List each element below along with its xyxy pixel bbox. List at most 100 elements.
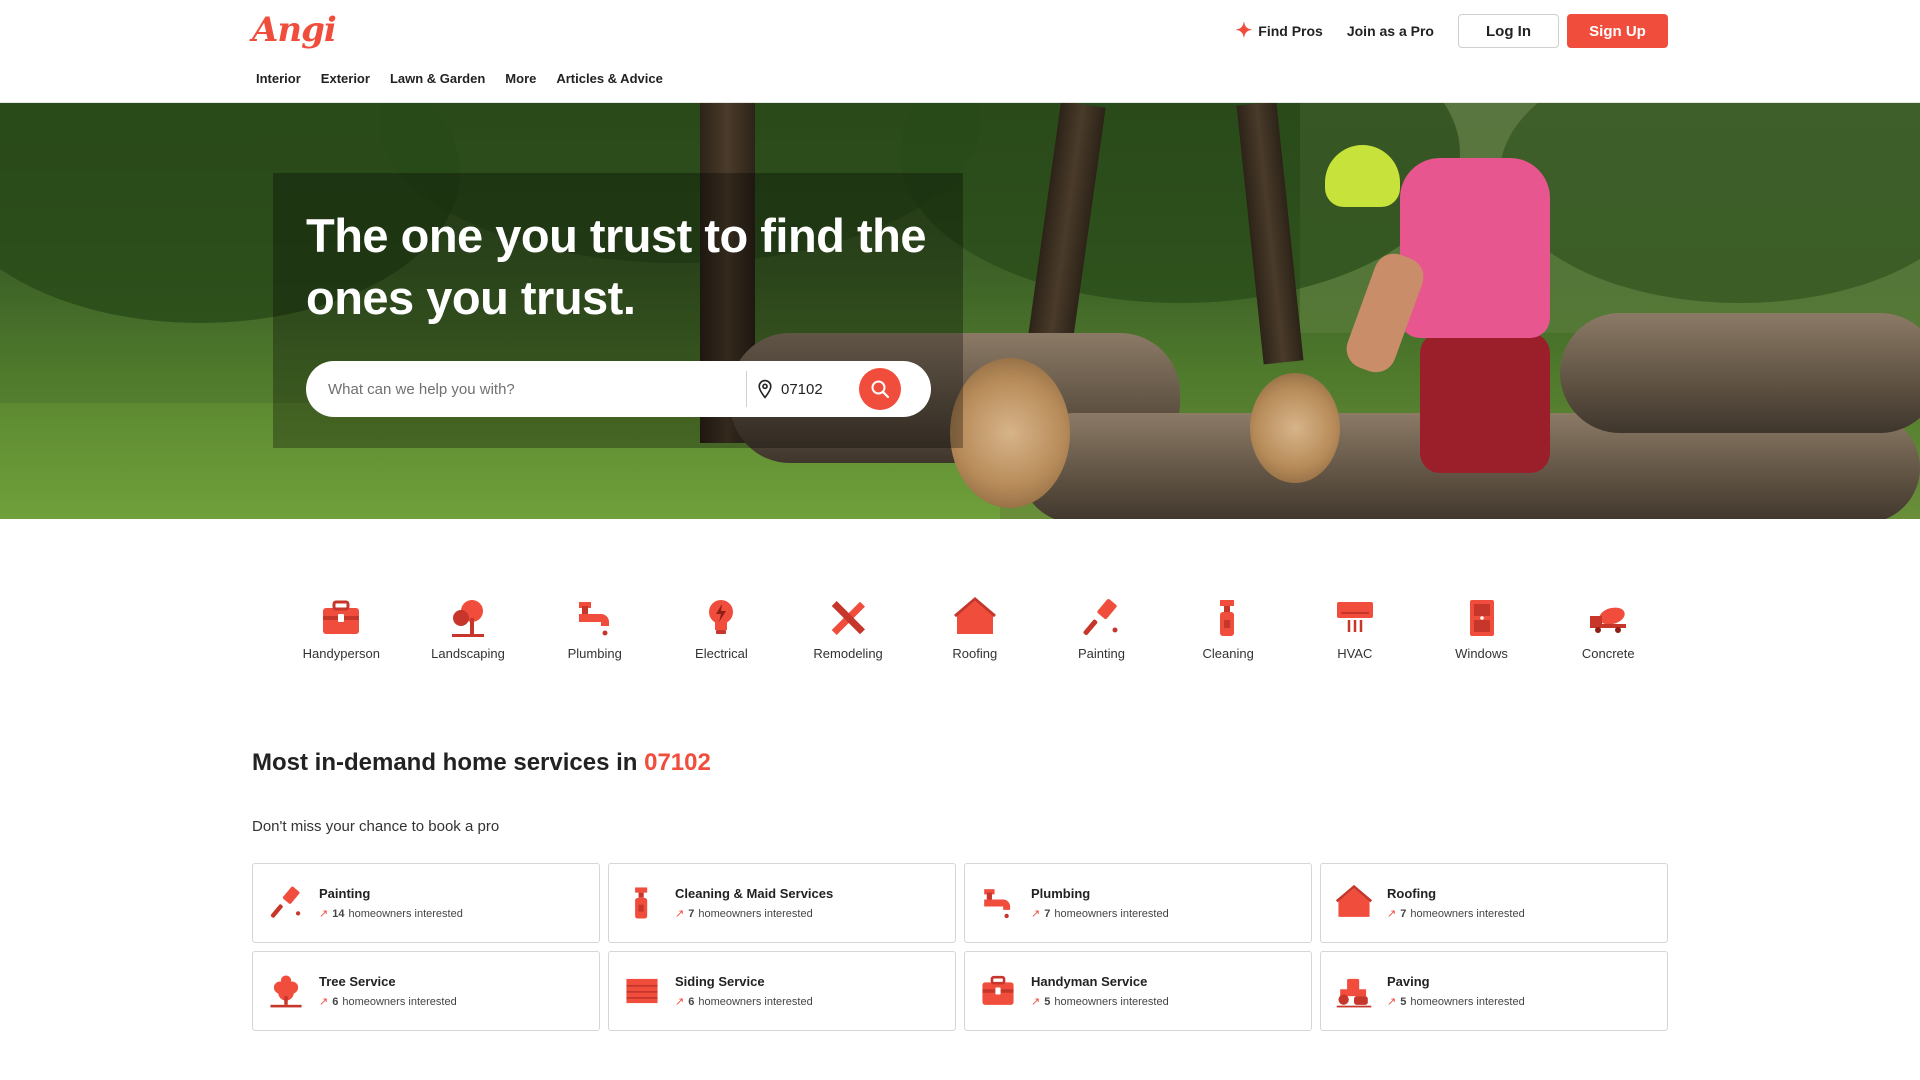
card-text: Plumbing ↗ 7 homeowners interested (1031, 886, 1169, 920)
trend-up-icon: ↗ (1387, 908, 1397, 920)
card-meta: ↗ 5 homeowners interested (1031, 995, 1169, 1009)
tree-icon (270, 975, 302, 1008)
category-label: Electrical (695, 646, 748, 661)
card-count: 14 (332, 907, 345, 920)
house-icon (1335, 884, 1373, 917)
faucet-icon (578, 602, 609, 636)
service-card-roofing[interactable]: Roofing ↗ 7 homeowners interested (1320, 863, 1668, 943)
card-title: Cleaning & Maid Services (675, 886, 834, 901)
category-handyperson[interactable]: Handyperson (278, 596, 405, 661)
trend-up-icon: ↗ (319, 996, 329, 1008)
category-label: Roofing (952, 646, 998, 661)
zip-field (747, 378, 859, 400)
trend-up-icon: ↗ (319, 908, 329, 920)
card-suffix: homeowners interested (1054, 995, 1169, 1008)
service-card-handyman[interactable]: Handyman Service ↗ 5 homeowners interest… (964, 951, 1312, 1031)
service-search-input[interactable] (306, 361, 746, 417)
paintbrush-icon (270, 886, 301, 918)
demand-title-zip[interactable]: 07102 (644, 749, 711, 776)
nav-item-exterior[interactable]: Exterior (321, 71, 370, 86)
demand-title: Most in-demand home services in 07102 (252, 749, 711, 777)
card-title: Plumbing (1031, 886, 1091, 901)
window-icon (1469, 600, 1494, 636)
service-card-tree-service[interactable]: Tree Service ↗ 6 homeowners interested (252, 951, 600, 1031)
search-button[interactable] (859, 368, 901, 410)
login-button[interactable]: Log In (1458, 14, 1559, 48)
category-label: Cleaning (1202, 646, 1254, 661)
category-roofing[interactable]: Roofing (911, 596, 1038, 661)
card-text: Roofing ↗ 7 homeowners interested (1387, 886, 1525, 920)
card-count: 7 (688, 907, 695, 920)
tree-icon (452, 600, 485, 637)
card-text: Paving ↗ 5 homeowners interested (1387, 974, 1525, 1008)
trend-up-icon: ↗ (1031, 908, 1041, 920)
card-count: 5 (1044, 995, 1051, 1008)
category-label: HVAC (1337, 646, 1373, 661)
card-text: Siding Service ↗ 6 homeowners interested (675, 974, 813, 1008)
card-title: Handyman Service (1031, 974, 1148, 989)
card-count: 7 (1400, 907, 1407, 920)
category-plumbing[interactable]: Plumbing (531, 596, 658, 661)
find-pros-link[interactable]: ✦ Find Pros (1236, 21, 1323, 41)
hero-banner: The one you trust to find the ones you t… (0, 103, 1920, 519)
card-meta: ↗ 6 homeowners interested (675, 995, 813, 1009)
paving-roller-icon (1336, 978, 1372, 1008)
category-concrete[interactable]: Concrete (1545, 596, 1672, 661)
service-card-siding[interactable]: Siding Service ↗ 6 homeowners interested (608, 951, 956, 1031)
card-meta: ↗ 6 homeowners interested (319, 995, 457, 1009)
top-actions: ✦ Find Pros Join as a Pro Log In Sign Up (1236, 14, 1668, 48)
sparkle-icon: ✦ (1235, 20, 1253, 42)
find-pros-label: Find Pros (1258, 23, 1323, 39)
category-remodeling[interactable]: Remodeling (785, 596, 912, 661)
category-label: Landscaping (431, 646, 505, 661)
category-label: Windows (1455, 646, 1508, 661)
faucet-icon (984, 889, 1011, 919)
service-card-cleaning[interactable]: Cleaning & Maid Services ↗ 7 homeowners … (608, 863, 956, 943)
category-electrical[interactable]: Electrical (658, 596, 785, 661)
hero-title: The one you trust to find the ones you t… (306, 209, 926, 324)
card-meta: ↗ 5 homeowners interested (1387, 995, 1525, 1009)
category-landscaping[interactable]: Landscaping (405, 596, 532, 661)
air-conditioner-icon (1336, 602, 1373, 632)
category-label: Remodeling (813, 646, 883, 661)
category-painting[interactable]: Painting (1038, 596, 1165, 661)
spray-bottle-icon (635, 887, 648, 919)
card-text: Tree Service ↗ 6 homeowners interested (319, 974, 457, 1008)
category-windows[interactable]: Windows (1418, 596, 1545, 661)
card-count: 6 (688, 995, 695, 1008)
card-count: 5 (1400, 995, 1407, 1008)
nav-item-lawn-garden[interactable]: Lawn & Garden (390, 71, 485, 86)
card-suffix: homeowners interested (342, 995, 457, 1008)
category-label: Handyperson (302, 646, 380, 661)
hero-photo-log (1560, 313, 1920, 433)
category-row: Handyperson Landscaping Plumbing Electri… (278, 596, 1672, 661)
category-hvac[interactable]: HVAC (1292, 596, 1419, 661)
card-count: 7 (1044, 907, 1051, 920)
category-cleaning[interactable]: Cleaning (1165, 596, 1292, 661)
card-suffix: homeowners interested (1410, 995, 1525, 1008)
card-title: Siding Service (675, 974, 765, 989)
category-label: Concrete (1581, 646, 1635, 661)
trend-up-icon: ↗ (1387, 996, 1397, 1008)
nav-item-more[interactable]: More (505, 71, 536, 86)
nav-item-interior[interactable]: Interior (256, 71, 301, 86)
demand-title-prefix: Most in-demand home services in (252, 749, 638, 776)
service-card-paving[interactable]: Paving ↗ 5 homeowners interested (1320, 951, 1668, 1031)
signup-button[interactable]: Sign Up (1567, 14, 1668, 48)
service-card-painting[interactable]: Painting ↗ 14 homeowners interested (252, 863, 600, 943)
trend-up-icon: ↗ (1031, 996, 1041, 1008)
nav-item-articles[interactable]: Articles & Advice (556, 71, 662, 86)
join-as-pro-link[interactable]: Join as a Pro (1347, 23, 1434, 39)
ruler-pencil-icon (831, 601, 866, 635)
paintbrush-icon (1083, 599, 1118, 636)
siding-icon (626, 978, 658, 1004)
card-meta: ↗ 14 homeowners interested (319, 907, 463, 921)
card-suffix: homeowners interested (348, 907, 463, 920)
angi-logo[interactable]: Angi (252, 10, 337, 50)
search-icon (871, 380, 890, 399)
hero-photo-worker (1400, 158, 1550, 338)
service-card-plumbing[interactable]: Plumbing ↗ 7 homeowners interested (964, 863, 1312, 943)
demand-grid: Painting ↗ 14 homeowners interested Clea… (252, 863, 1668, 1031)
zip-input[interactable] (779, 379, 859, 399)
card-meta: ↗ 7 homeowners interested (1031, 907, 1169, 921)
